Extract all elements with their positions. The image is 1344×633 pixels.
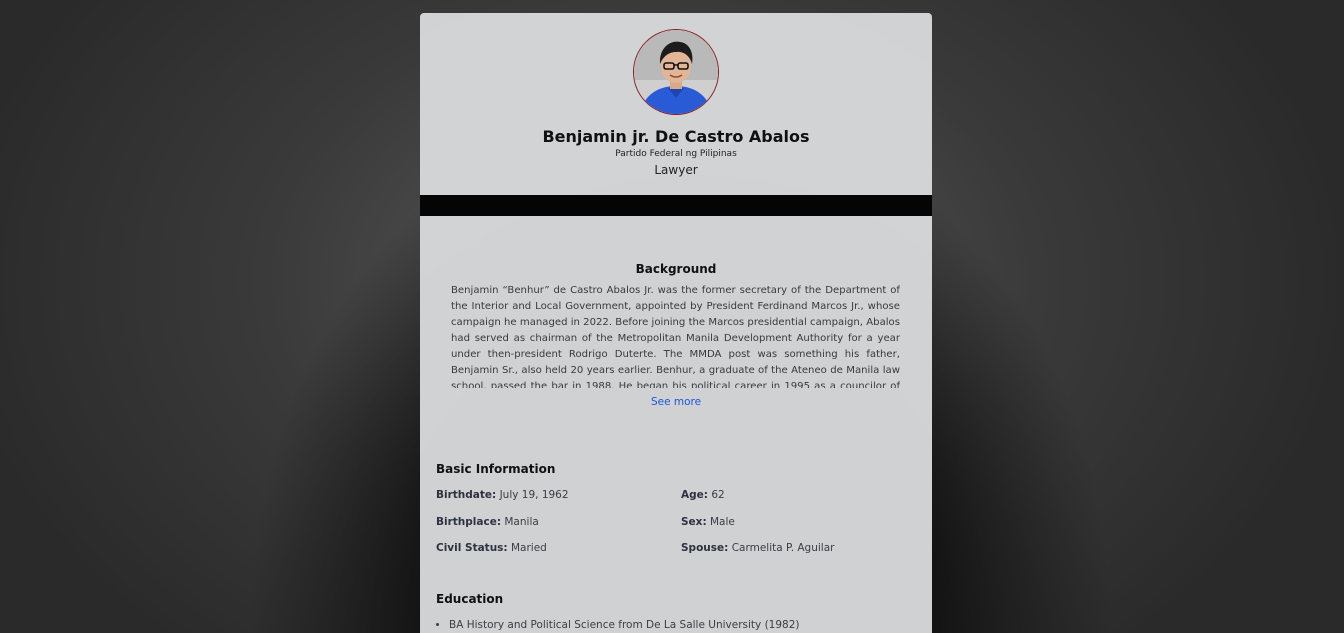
profile-name: Benjamin jr. De Castro Abalos <box>542 127 810 146</box>
birthdate-value: July 19, 1962 <box>499 489 569 501</box>
spouse-value: Carmelita P. Aguilar <box>731 542 835 554</box>
background-title: Background <box>635 262 717 276</box>
education-item: BA History and Political Science from De… <box>449 619 800 631</box>
civil-status-row: Civil Status: Maried <box>436 542 547 554</box>
age-label: Age: <box>681 489 708 501</box>
age-value: 62 <box>711 489 725 501</box>
age-row: Age: 62 <box>681 489 725 501</box>
education-title: Education <box>436 592 504 606</box>
birthplace-row: Birthplace: Manila <box>436 516 539 528</box>
birthdate-label: Birthdate: <box>436 489 497 501</box>
birthplace-value: Manila <box>504 516 539 528</box>
avatar <box>633 29 719 115</box>
sex-row: Sex: Male <box>681 516 735 528</box>
avatar-photo <box>634 30 718 114</box>
birthdate-row: Birthdate: July 19, 1962 <box>436 489 569 501</box>
spouse-label: Spouse: <box>681 542 729 554</box>
profile-occupation: Lawyer <box>654 163 698 177</box>
basic-info-title: Basic Information <box>436 462 556 476</box>
profile-card: Benjamin jr. De Castro Abalos Partido Fe… <box>420 13 932 195</box>
sex-value: Male <box>710 516 735 528</box>
profile-party: Partido Federal ng Pilipinas <box>615 149 737 159</box>
sex-label: Sex: <box>681 516 707 528</box>
background-text: Benjamin “Benhur” de Castro Abalos Jr. w… <box>451 285 900 388</box>
education-list: BA History and Political Science from De… <box>436 619 800 631</box>
birthplace-label: Birthplace: <box>436 516 502 528</box>
spouse-row: Spouse: Carmelita P. Aguilar <box>681 542 834 554</box>
civil-status-value: Maried <box>510 542 547 554</box>
card-gap <box>420 195 932 216</box>
see-more-link[interactable]: See more <box>420 396 932 408</box>
details-card: Background Benjamin “Benhur” de Castro A… <box>420 216 932 633</box>
civil-status-label: Civil Status: <box>436 542 508 554</box>
